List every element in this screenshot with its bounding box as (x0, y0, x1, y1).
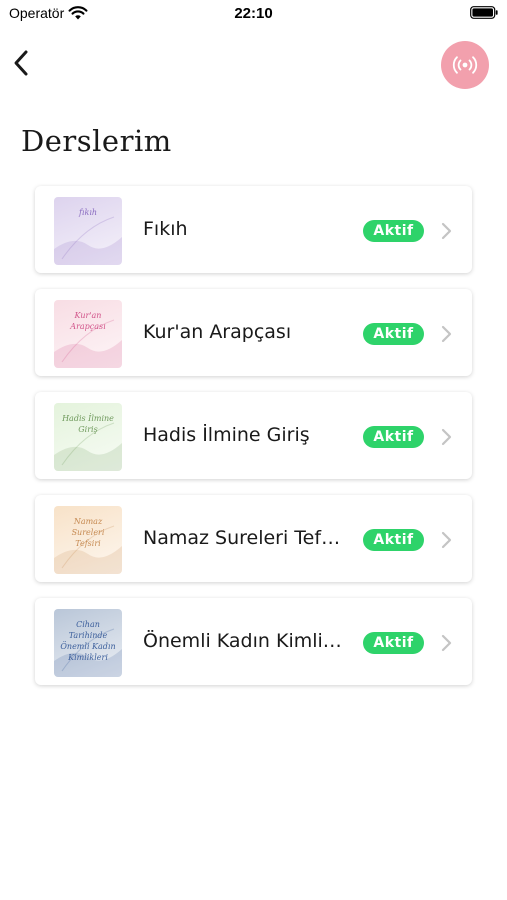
status-badge: Aktif (363, 220, 424, 242)
thumbnail-caption: fıkıh (78, 208, 98, 217)
battery-icon (470, 6, 498, 19)
status-badge: Aktif (363, 323, 424, 345)
course-thumbnail: Cihan Tarihinde Önemli Kadın Kimlikleri (54, 609, 122, 677)
course-list: fıkıh Fıkıh Aktif Kur'an Arapçası Kur'an Ara… (35, 186, 472, 701)
course-card[interactable]: Cihan Tarihinde Önemli Kadın Kimlikleri Ö… (35, 598, 472, 685)
status-bar: Operatör 22:10 (0, 0, 507, 28)
status-badge: Aktif (363, 632, 424, 654)
chevron-right-icon (441, 222, 452, 240)
course-card[interactable]: Kur'an Arapçası Kur'an Arapçası Aktif (35, 289, 472, 376)
course-card[interactable]: Namaz Sureleri Tefsiri Namaz Sureleri Tef… (35, 495, 472, 582)
live-broadcast-button[interactable] (441, 41, 489, 89)
course-thumbnail: Hadis İlmine Giriş (54, 403, 122, 471)
course-card[interactable]: Hadis İlmine Giriş Hadis İlmine Giriş Akti… (35, 392, 472, 479)
thumbnail-caption: Namaz Sureleri Tefsiri (71, 517, 105, 548)
broadcast-icon (452, 56, 478, 74)
chevron-right-icon (441, 634, 452, 652)
thumbnail-caption: Kur'an Arapçası (70, 311, 106, 331)
course-thumbnail: Kur'an Arapçası (54, 300, 122, 368)
chevron-left-icon (14, 50, 28, 76)
status-badge: Aktif (363, 426, 424, 448)
back-button[interactable] (6, 46, 36, 80)
thumbnail-caption: Cihan Tarihinde Önemli Kadın Kimlikleri (60, 620, 116, 662)
chevron-right-icon (441, 531, 452, 549)
status-time: 22:10 (234, 5, 273, 22)
course-title: Önemli Kadın Kimlikleri (143, 630, 348, 652)
course-title: Kur'an Arapçası (143, 321, 292, 343)
course-card[interactable]: fıkıh Fıkıh Aktif (35, 186, 472, 273)
status-badge: Aktif (363, 529, 424, 551)
thumbnail-caption: Hadis İlmine Giriş (62, 414, 114, 434)
course-title: Hadis İlmine Giriş (143, 424, 310, 446)
course-title: Namaz Sureleri Tefsiri (143, 527, 348, 549)
course-thumbnail: Namaz Sureleri Tefsiri (54, 506, 122, 574)
course-title: Fıkıh (143, 218, 188, 240)
course-thumbnail: fıkıh (54, 197, 122, 265)
page-title: Derslerim (21, 124, 172, 158)
chevron-right-icon (441, 325, 452, 343)
chevron-right-icon (441, 428, 452, 446)
